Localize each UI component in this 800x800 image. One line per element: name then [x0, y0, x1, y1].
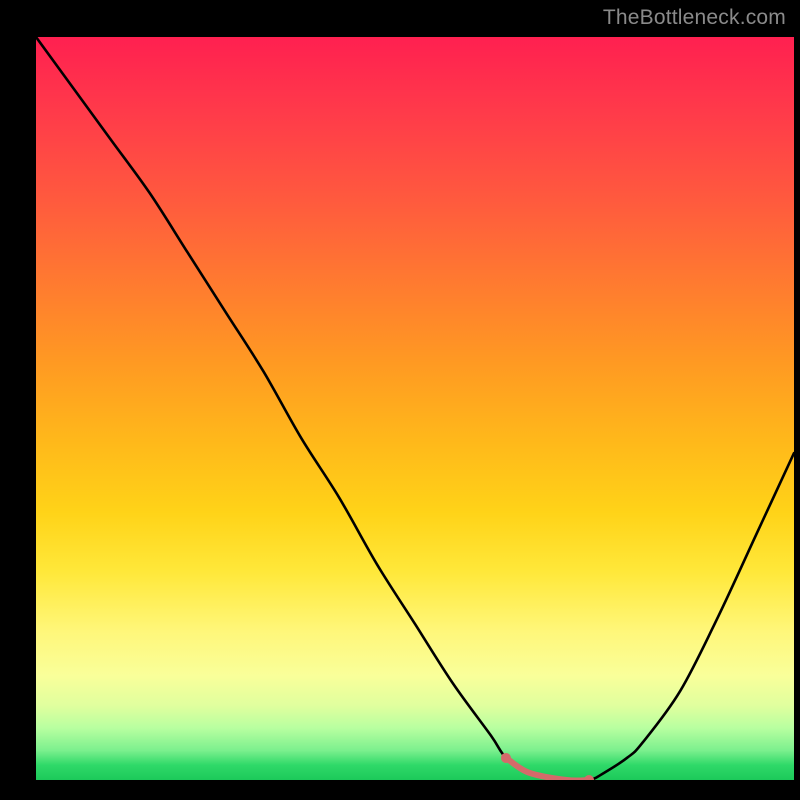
frame-left	[0, 0, 36, 800]
curve-marker-end	[584, 775, 594, 780]
plot-area	[36, 37, 794, 780]
chart-container: TheBottleneck.com	[0, 0, 800, 800]
frame-right	[794, 0, 800, 800]
curve-marker-start	[501, 753, 511, 763]
watermark-text: TheBottleneck.com	[603, 6, 786, 30]
frame-bottom	[0, 780, 800, 800]
marker-layer	[36, 37, 794, 780]
